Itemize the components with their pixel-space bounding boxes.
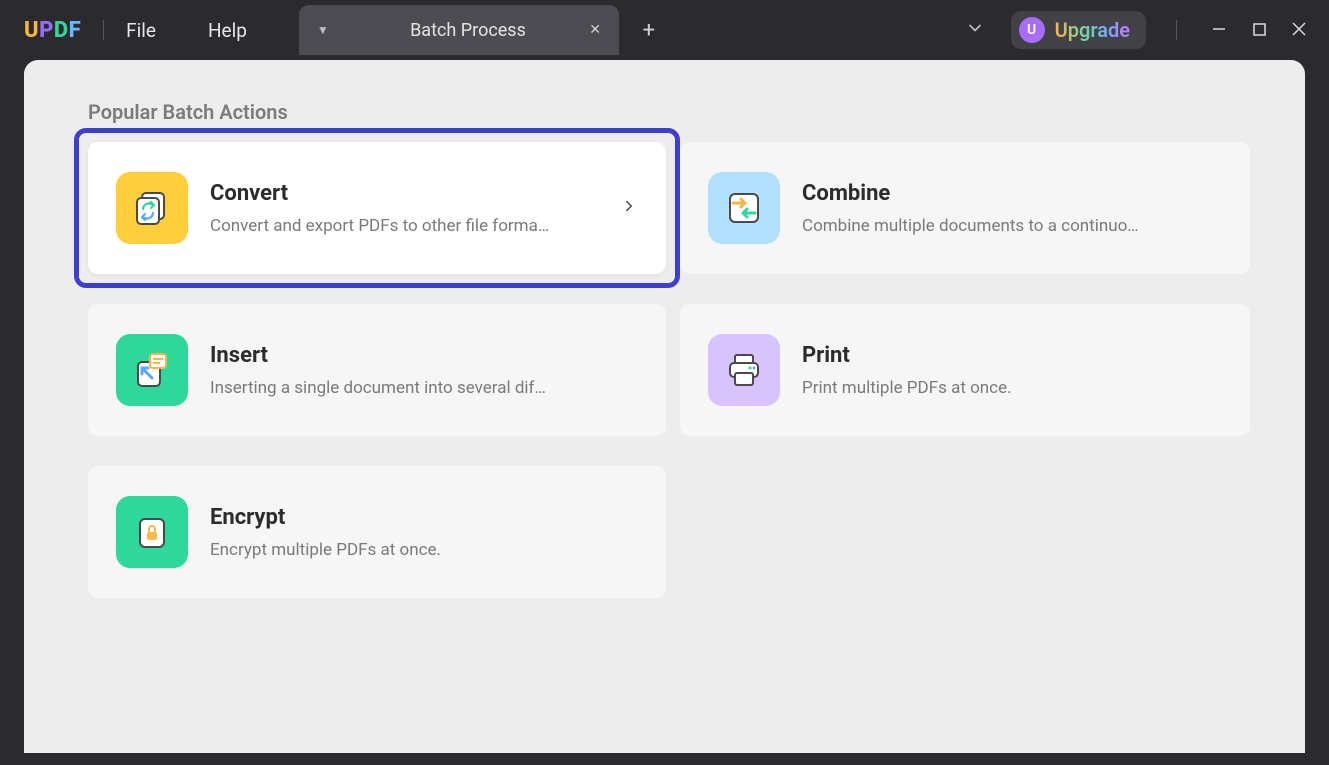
card-title: Print [802,343,1222,368]
card-print[interactable]: Print Print multiple PDFs at once. [680,304,1250,436]
divider [103,20,104,40]
window-close-icon[interactable] [1279,21,1319,40]
divider [1176,20,1177,40]
print-icon [708,334,780,406]
insert-icon [116,334,188,406]
card-convert-highlight: Convert Convert and export PDFs to other… [74,128,680,288]
card-convert[interactable]: Convert Convert and export PDFs to other… [88,142,666,274]
card-description: Print multiple PDFs at once. [802,378,1222,398]
avatar: U [1019,17,1045,43]
new-tab-button[interactable]: + [629,18,669,43]
tab-dropdown-icon[interactable]: ▼ [317,23,329,37]
content-panel: Popular Batch Actions Convert Conver [24,60,1305,753]
tab-batch-process[interactable]: ▼ Batch Process ✕ [299,5,619,55]
menu-help[interactable]: Help [208,19,247,42]
card-title: Convert [210,181,610,206]
card-title: Combine [802,181,1222,206]
tab-title: Batch Process [347,20,589,41]
card-wrap: Encrypt Encrypt multiple PDFs at once. [88,466,666,598]
window-maximize-icon[interactable] [1239,21,1279,40]
combine-icon [708,172,780,244]
card-wrap: Insert Inserting a single document into … [88,304,666,436]
upgrade-label: Upgrade [1055,18,1130,42]
card-description: Inserting a single document into several… [210,378,638,398]
card-encrypt[interactable]: Encrypt Encrypt multiple PDFs at once. [88,466,666,598]
encrypt-icon [116,496,188,568]
convert-icon [116,172,188,244]
card-combine[interactable]: Combine Combine multiple documents to a … [680,142,1250,274]
logo-letter-f: F [69,18,82,43]
tab-strip: ▼ Batch Process ✕ + [299,0,669,60]
window-minimize-icon[interactable] [1199,21,1239,40]
actions-grid: Convert Convert and export PDFs to other… [88,142,1241,598]
menu-file[interactable]: File [126,19,156,42]
logo-letter-d: D [54,18,69,43]
close-tab-icon[interactable]: ✕ [589,22,601,38]
card-description: Combine multiple documents to a continuo… [802,216,1222,236]
card-wrap: Combine Combine multiple documents to a … [680,142,1250,274]
card-title: Encrypt [210,505,638,530]
app-logo: UPDF [24,18,81,43]
history-chevron-icon[interactable] [965,18,985,43]
upgrade-button[interactable]: U Upgrade [1011,11,1146,49]
chevron-right-icon [620,196,638,220]
card-description: Encrypt multiple PDFs at once. [210,540,638,560]
logo-letter-p: P [39,18,54,43]
titlebar: UPDF File Help ▼ Batch Process ✕ + U Upg… [0,0,1329,60]
card-wrap: Print Print multiple PDFs at once. [680,304,1250,436]
logo-letter-u: U [24,18,39,43]
card-insert[interactable]: Insert Inserting a single document into … [88,304,666,436]
card-description: Convert and export PDFs to other file fo… [210,216,610,236]
card-title: Insert [210,343,638,368]
section-title: Popular Batch Actions [88,100,1241,124]
